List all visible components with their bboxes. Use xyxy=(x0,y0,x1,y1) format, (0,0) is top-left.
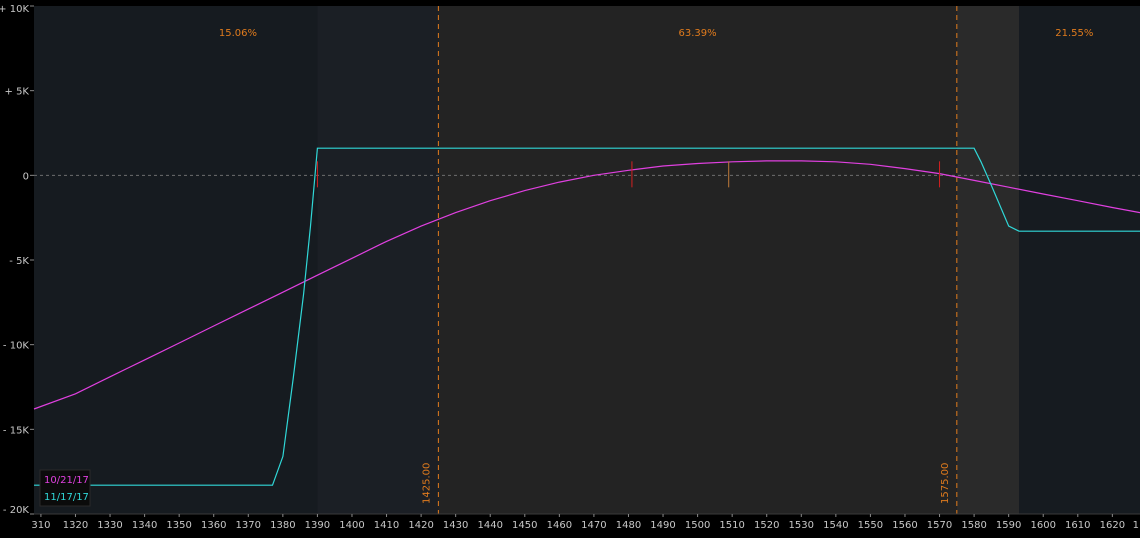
legend: 10/21/17 11/17/17 xyxy=(39,469,91,507)
legend-entry: 10/21/17 xyxy=(44,475,89,486)
x-tick-label: 1430 xyxy=(443,520,468,531)
x-tick-label: 1520 xyxy=(754,520,779,531)
y-tick-label: 0 xyxy=(23,171,29,182)
price-region xyxy=(956,6,1020,514)
price-regions xyxy=(34,6,1140,514)
x-tick-label: 1460 xyxy=(547,520,572,531)
x-tick-label: 1340 xyxy=(132,520,157,531)
price-region xyxy=(1019,6,1140,514)
price-region xyxy=(317,6,439,514)
x-tick-label: 1330 xyxy=(97,520,122,531)
x-tick-label: 1600 xyxy=(1030,520,1055,531)
x-tick-label: 1380 xyxy=(270,520,295,531)
y-tick-label: - 5K xyxy=(9,256,29,267)
x-tick-label: 1610 xyxy=(1065,520,1090,531)
x-axis: 310 1320 1330 1340 1350 1360 1370 1380 1390 1400 1… xyxy=(31,513,1140,531)
price-region xyxy=(438,6,957,514)
y-tick-label: - 15K xyxy=(3,425,30,436)
probability-label: 63.39% xyxy=(679,28,717,39)
x-tick-label: 1620 xyxy=(1100,520,1125,531)
x-tick-label: 1350 xyxy=(166,520,191,531)
x-tick-label: 1400 xyxy=(339,520,364,531)
x-tick-label: 1420 xyxy=(408,520,433,531)
x-tick-label: 1540 xyxy=(823,520,848,531)
x-tick-label: 1410 xyxy=(374,520,399,531)
probability-label: 15.06% xyxy=(219,28,257,39)
y-tick-label: + 10K xyxy=(0,4,29,15)
x-tick-label: 1390 xyxy=(305,520,330,531)
x-tick-label: 1360 xyxy=(201,520,226,531)
x-tick-label: 1500 xyxy=(685,520,710,531)
x-tick-label: 1490 xyxy=(650,520,675,531)
y-axis: + 10K + 5K 0 - 5K - 10K - 15K - 20K xyxy=(0,4,34,516)
breakeven-label: 1575.00 xyxy=(940,463,951,504)
x-tick-label: 1570 xyxy=(927,520,952,531)
x-tick-label: 1580 xyxy=(961,520,986,531)
x-tick-label: 1530 xyxy=(789,520,814,531)
y-tick-label: - 20K xyxy=(3,505,30,516)
y-tick-label: - 10K xyxy=(3,341,30,352)
x-tick-label: 1590 xyxy=(996,520,1021,531)
x-tick-label: 1470 xyxy=(581,520,606,531)
chart-canvas: 1425.00 1575.00 15.06% 63.39% 21.55% + 10K+… xyxy=(0,4,1140,531)
y-tick-label: + 5K xyxy=(5,87,30,98)
x-tick-label: 310 xyxy=(31,520,50,531)
x-tick-label: 1510 xyxy=(719,520,744,531)
x-tick-label: 1 xyxy=(1133,520,1139,531)
price-region xyxy=(34,6,318,514)
x-tick-label: 1550 xyxy=(858,520,883,531)
x-tick-label: 1440 xyxy=(477,520,502,531)
breakeven-label: 1425.00 xyxy=(421,463,432,504)
x-tick-label: 1560 xyxy=(892,520,917,531)
legend-entry: 11/17/17 xyxy=(44,492,89,503)
x-tick-label: 1320 xyxy=(63,520,88,531)
probability-label: 21.55% xyxy=(1055,28,1093,39)
x-tick-label: 1370 xyxy=(236,520,261,531)
x-tick-label: 1480 xyxy=(616,520,641,531)
risk-profile-chart: 1425.00 1575.00 15.06% 63.39% 21.55% + 10K +… xyxy=(0,0,1140,538)
x-tick-label: 1450 xyxy=(512,520,537,531)
